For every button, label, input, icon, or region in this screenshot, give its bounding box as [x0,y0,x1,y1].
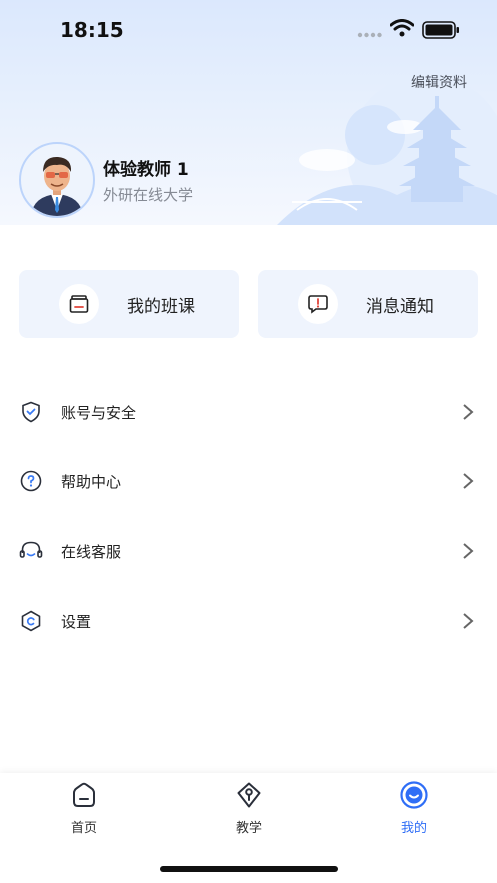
headset-icon [19,541,43,558]
home-indicator [160,866,338,872]
tab-label: 首页 [70,821,97,836]
menu-label: 设置 [61,612,92,631]
edit-profile-link[interactable]: 编辑资料 [411,72,467,92]
message-icon [298,284,338,324]
notifications-label: 消息通知 [366,296,434,317]
tab-label: 教学 [235,821,262,836]
home-icon [73,782,95,807]
chevron-right-icon [463,404,474,420]
menu-label: 帮助中心 [61,472,122,491]
settings-icon [21,610,41,632]
menu-item-online-support[interactable]: 在线客服 [0,526,497,576]
tab-label: 我的 [400,821,427,836]
shield-icon [22,401,40,423]
help-icon [20,470,42,492]
user-organization: 外研在线大学 [103,186,194,204]
battery-icon [422,21,459,39]
wifi-icon [390,19,414,37]
chevron-right-icon [463,613,474,629]
teacher-avatar-illustration [31,156,83,216]
pagoda-illustration [277,75,497,225]
chevron-right-icon [463,473,474,489]
menu-label: 在线客服 [61,542,122,561]
cellular-signal-icon [357,32,382,38]
status-bar: 18:15 [0,0,497,60]
menu-item-settings[interactable]: 设置 [0,596,497,646]
menu-label: 账号与安全 [61,403,137,422]
chevron-right-icon [463,543,474,559]
my-classes-card[interactable]: 我的班课 [19,270,239,338]
clock: 18:15 [60,18,124,42]
user-name: 体验教师 1 [103,160,189,180]
class-icon [59,284,99,324]
tab-teaching[interactable]: 教学 [209,781,289,841]
my-classes-label: 我的班课 [127,296,195,317]
tab-home[interactable]: 首页 [44,781,124,841]
avatar[interactable] [19,142,95,218]
menu-item-help-center[interactable]: 帮助中心 [0,456,497,506]
tab-profile[interactable]: 我的 [374,781,454,841]
menu-item-account-security[interactable]: 账号与安全 [0,387,497,437]
teaching-icon [237,782,261,808]
notifications-card[interactable]: 消息通知 [258,270,478,338]
profile-icon [400,781,428,809]
